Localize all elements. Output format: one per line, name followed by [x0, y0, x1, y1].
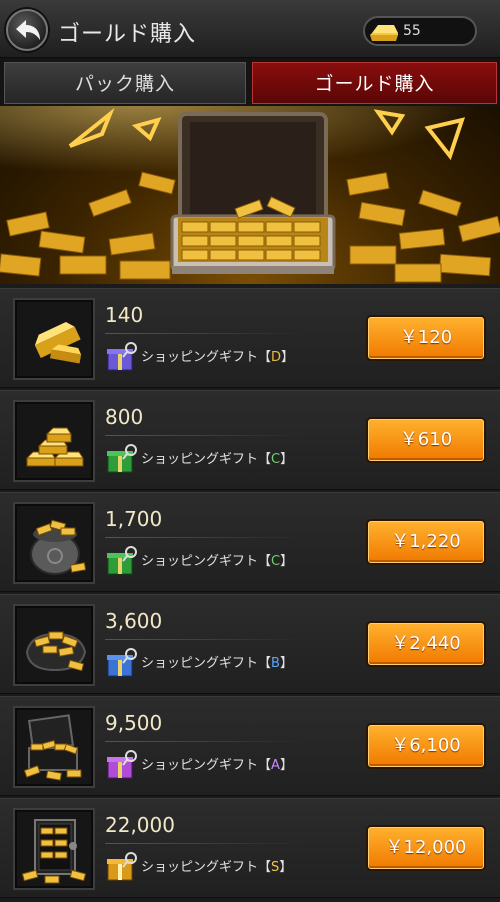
product-thumbnail [13, 400, 95, 482]
product-row: 9,500 ショッピングギフト【A】 ￥6,100 [0, 696, 500, 796]
gold-safe-icon [21, 819, 87, 884]
tab-bar: パック購入 ゴールド購入 [0, 58, 500, 106]
top-bar: ゴールド購入 55 [0, 0, 500, 58]
gift-label: ショッピングギフト [141, 860, 259, 875]
gold-balance: 55 [363, 16, 477, 46]
gold-bag-icon [25, 631, 87, 672]
product-row: 3,600 ショッピングギフト【B】 ￥2,440 [0, 594, 500, 694]
back-button[interactable] [6, 9, 48, 51]
gift-label: ショッピングギフト [141, 452, 259, 467]
gold-ingot-icon [370, 25, 398, 41]
product-thumbnail [13, 808, 95, 890]
gold-stack-icon [25, 427, 84, 467]
buy-button[interactable]: ￥2,440 [368, 623, 484, 665]
gold-amount: 140 [105, 303, 144, 327]
gift-rank: D [271, 350, 282, 365]
gold-amount: 1,700 [105, 507, 163, 531]
gold-amount: 9,500 [105, 711, 163, 735]
product-thumbnail [13, 298, 95, 380]
product-row: 1,700 ショッピングギフト【C】 ￥1,220 [0, 492, 500, 592]
gold-briefcase-illustration [0, 107, 500, 283]
gift-box-icon [107, 444, 137, 473]
gift-rank: C [271, 452, 281, 467]
gift-box-icon [107, 342, 137, 371]
gold-sack-icon [30, 519, 87, 575]
gift-info: ショッピングギフト【C】 [105, 543, 345, 575]
gift-info: ショッピングギフト【S】 [105, 849, 345, 881]
buy-button[interactable]: ￥120 [368, 317, 484, 359]
buy-button[interactable]: ￥1,220 [368, 521, 484, 563]
gift-rank: A [271, 758, 280, 773]
gold-balance-value: 55 [403, 23, 421, 39]
product-thumbnail [13, 706, 95, 788]
gift-box-icon [107, 750, 137, 779]
tab-gold-purchase[interactable]: ゴールド購入 [252, 62, 497, 104]
gift-info: ショッピングギフト【D】 [105, 339, 345, 371]
product-row: 22,000 ショッピングギフト【S】 ￥12,000 [0, 798, 500, 898]
gift-label: ショッピングギフト [141, 350, 259, 365]
gift-box-icon [107, 546, 137, 575]
gold-bar-icon [34, 322, 82, 364]
gift-label: ショッピングギフト [141, 758, 259, 773]
gift-rank: B [271, 656, 280, 671]
gift-rank: C [271, 554, 281, 569]
gold-amount: 22,000 [105, 813, 175, 837]
gift-box-icon [107, 852, 137, 881]
gift-label: ショッピングギフト [141, 554, 259, 569]
page-title: ゴールド購入 [58, 22, 197, 47]
buy-button[interactable]: ￥610 [368, 419, 484, 461]
gift-info: ショッピングギフト【B】 [105, 645, 345, 677]
buy-button[interactable]: ￥12,000 [368, 827, 484, 869]
gift-info: ショッピングギフト【A】 [105, 747, 345, 779]
gold-chest-icon [23, 714, 82, 781]
buy-button[interactable]: ￥6,100 [368, 725, 484, 767]
product-row: 140 ショッピングギフト【D】 ￥120 [0, 288, 500, 388]
gift-box-icon [107, 648, 137, 677]
gift-label: ショッピングギフト [141, 656, 259, 671]
banner-image [0, 106, 500, 284]
product-thumbnail [13, 604, 95, 686]
back-arrow-icon [16, 20, 40, 40]
gift-info: ショッピングギフト【C】 [105, 441, 345, 473]
product-row: 800 ショッピングギフト【C】 ￥610 [0, 390, 500, 490]
tab-pack-purchase[interactable]: パック購入 [4, 62, 246, 104]
gold-amount: 800 [105, 405, 144, 429]
product-thumbnail [13, 502, 95, 584]
gold-amount: 3,600 [105, 609, 163, 633]
